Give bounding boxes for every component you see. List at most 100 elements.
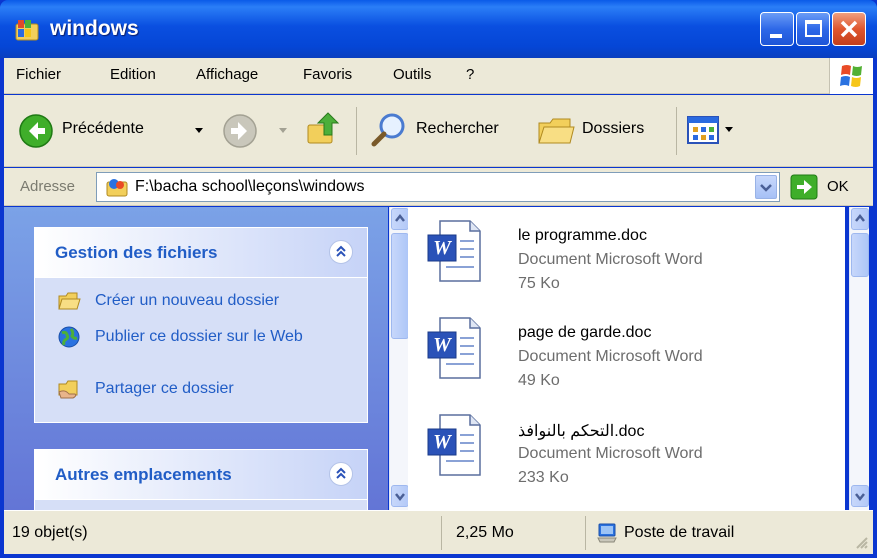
resize-grip-icon[interactable] [851,532,871,552]
close-button[interactable] [832,12,866,46]
folders-label: Dossiers [582,120,645,137]
svg-text:W: W [433,334,452,356]
my-computer-icon [597,523,617,543]
file-list-scrollbar[interactable] [849,207,869,510]
task-pane-scrollbar[interactable] [389,207,409,510]
file-item[interactable]: W التحكم بالنوافذ.doc Document Microsoft… [418,407,838,497]
new-folder-icon [58,292,81,310]
chevron-down-icon [855,493,865,502]
scroll-up-button[interactable] [391,208,409,230]
task-link-share-folder[interactable]: Partager ce dossier [95,379,335,399]
scroll-up-button[interactable] [851,208,869,230]
menu-fichier[interactable]: Fichier [16,66,61,83]
minimize-icon [770,34,782,38]
file-item[interactable]: W page de garde.doc Document Microsoft W… [418,310,838,400]
file-tasks-panel: Gestion des fichiers Créer un nouveau do… [34,227,368,423]
file-type: Document Microsoft Word [518,348,703,365]
task-pane: Gestion des fichiers Créer un nouveau do… [4,207,388,510]
file-list: W le programme.doc Document Microsoft Wo… [408,207,845,510]
maximize-button[interactable] [796,12,830,46]
forward-arrow-icon [223,114,257,148]
address-bar: Adresse F:\bacha school\leçons\windows O… [4,168,873,206]
back-label: Précédente [62,120,144,137]
address-dropdown-button[interactable] [755,175,777,199]
menu-edition[interactable]: Edition [110,66,156,83]
menu-help[interactable]: ? [466,66,474,83]
other-places-header[interactable]: Autres emplacements [35,450,367,500]
title-bar[interactable]: windows [0,0,877,58]
toolbar-separator [676,107,677,155]
double-chevron-up-icon [336,245,346,257]
windows-flag-icon [840,65,862,87]
forward-button[interactable] [218,107,294,153]
folders-icon [538,118,575,144]
word-document-icon: W [427,317,481,379]
close-icon [840,20,858,38]
word-document-icon: W [427,220,481,282]
file-tasks-collapse-button[interactable] [329,240,353,264]
scroll-thumb[interactable] [391,233,409,339]
other-places-panel: Autres emplacements [34,449,368,510]
other-places-collapse-button[interactable] [329,462,353,486]
minimize-button[interactable] [760,12,794,46]
svg-text:W: W [433,237,452,259]
task-link-new-folder[interactable]: Créer un nouveau dossier [95,291,335,311]
file-size: 233 Ko [518,469,569,486]
file-name: le programme.doc [518,227,647,244]
folders-button[interactable]: Dossiers [532,107,668,153]
status-count: 19 objet(s) [12,524,88,541]
address-label: Adresse [20,178,76,195]
views-icon [687,116,719,144]
file-size: 75 Ko [518,275,560,292]
back-button[interactable]: Précédente [14,107,214,153]
back-dropdown-icon[interactable] [194,127,204,135]
status-location: Poste de travail [624,524,735,541]
up-folder-icon[interactable] [304,109,344,149]
other-places-title: Autres emplacements [55,465,232,484]
word-document-icon: W [427,414,481,476]
go-label[interactable]: OK [827,178,849,195]
file-tasks-header[interactable]: Gestion des fichiers [35,228,367,278]
file-type: Document Microsoft Word [518,251,703,268]
menu-bar: Fichier Edition Affichage Favoris Outils… [4,58,873,94]
scroll-down-button[interactable] [851,485,869,507]
maximize-icon [805,20,822,37]
folder-window-icon [15,20,39,41]
windows-logo [829,58,873,94]
views-button[interactable] [682,111,744,149]
scroll-thumb[interactable] [851,233,869,277]
menu-favoris[interactable]: Favoris [303,66,352,83]
address-path: F:\bacha school\leçons\windows [135,178,365,195]
folder-path-icon [106,179,128,197]
toolbar-separator [356,107,357,155]
file-type: Document Microsoft Word [518,445,703,462]
status-bar: 19 objet(s) 2,25 Mo Poste de travail [4,510,873,554]
toolbar: Précédente Rechercher Dossiers [4,95,873,167]
address-input[interactable]: F:\bacha school\leçons\windows [96,172,780,202]
views-dropdown-icon [725,127,733,132]
explorer-window: windows Fichier Edition Affichage Favori… [0,0,877,558]
task-link-publish-web[interactable]: Publier ce dossier sur le Web [95,327,335,347]
menu-affichage[interactable]: Affichage [196,66,258,83]
file-item[interactable]: W le programme.doc Document Microsoft Wo… [418,213,838,303]
status-count-segment: 19 objet(s) [4,516,442,550]
chevron-up-icon [395,213,405,222]
search-label: Rechercher [416,120,499,137]
svg-text:W: W [433,431,452,453]
chevron-down-icon [760,184,772,192]
window-title: windows [50,17,139,40]
go-arrow-icon [790,174,818,200]
search-button[interactable]: Rechercher [364,107,522,153]
status-location-segment: Poste de travail [588,516,848,550]
share-folder-icon [58,380,78,399]
publish-web-icon [58,326,80,348]
chevron-up-icon [855,213,865,222]
scroll-down-button[interactable] [391,485,409,507]
status-size: 2,25 Mo [456,524,514,541]
file-tasks-title: Gestion des fichiers [55,243,218,262]
menu-outils[interactable]: Outils [393,66,431,83]
chevron-down-icon [395,493,405,502]
status-size-segment: 2,25 Mo [444,516,586,550]
file-size: 49 Ko [518,372,560,389]
search-icon [371,113,405,147]
